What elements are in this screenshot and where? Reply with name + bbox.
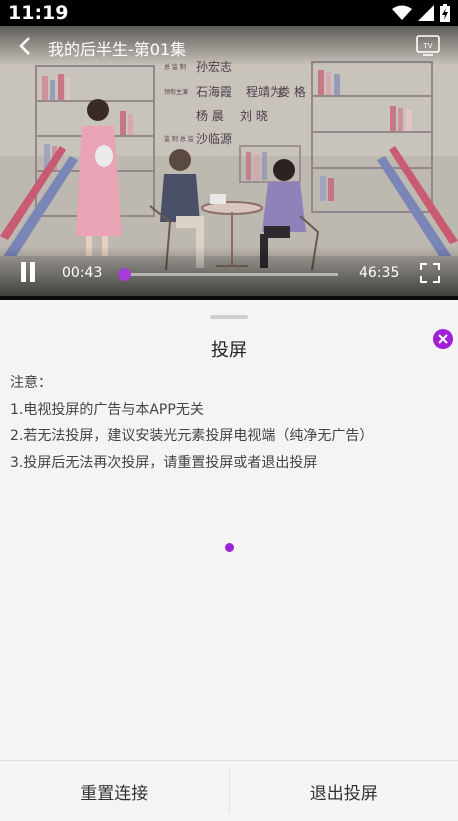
status-icons [392, 4, 450, 22]
note-item: 1.电视投屏的广告与本APP无关 [10, 397, 373, 424]
svg-text:刘 晓: 刘 晓 [240, 109, 268, 123]
sheet-title: 投屏 [0, 336, 458, 362]
svg-text:程靖为: 程靖为 [246, 84, 282, 99]
total-time: 46:35 [359, 265, 399, 281]
note-item: 3.投屏后无法再次投屏，请重置投屏或者退出投屏 [10, 450, 373, 477]
wifi-icon [392, 5, 412, 21]
svg-text:领衔主演: 领衔主演 [164, 88, 188, 96]
pause-icon[interactable] [18, 262, 38, 284]
close-button[interactable] [433, 329, 453, 349]
reset-connection-button[interactable]: 重置连接 [0, 761, 229, 821]
seek-thumb[interactable] [118, 268, 131, 281]
status-time: 11:19 [8, 0, 68, 26]
note-item: 2.若无法投屏，建议安装光元素投屏电视端（纯净无广告） [10, 423, 373, 450]
signal-icon [418, 5, 434, 21]
close-icon [438, 334, 448, 344]
back-arrow-icon[interactable] [16, 36, 34, 56]
cast-sheet: 投屏 注意： 1.电视投屏的广告与本APP无关 2.若无法投屏，建议安装光元素投… [0, 300, 458, 820]
notes-heading: 注意： [10, 370, 373, 397]
video-title: 我的后半生-第01集 [48, 36, 186, 60]
exit-cast-button[interactable]: 退出投屏 [230, 761, 458, 821]
sheet-drag-handle[interactable] [210, 315, 248, 319]
svg-text:沙临源: 沙临源 [196, 132, 232, 146]
loading-indicator [225, 543, 234, 552]
battery-charging-icon [440, 4, 450, 22]
svg-text:娄 格: 娄 格 [278, 84, 306, 99]
player-top-bar: 我的后半生-第01集 TV [0, 26, 458, 66]
svg-text:杨 晨: 杨 晨 [196, 108, 224, 123]
fullscreen-icon[interactable] [420, 263, 440, 283]
current-time: 00:43 [62, 265, 102, 281]
tv-cast-icon[interactable]: TV [416, 35, 440, 57]
svg-text:监 制 总 监: 监 制 总 监 [164, 135, 194, 143]
video-player[interactable]: 总 监 制 孙宏志 领衔主演 石海霞 程靖为 娄 格 杨 晨 刘 晓 监 制 总… [0, 26, 458, 296]
seek-bar[interactable] [118, 273, 338, 276]
svg-text:石海霞: 石海霞 [196, 84, 232, 99]
status-bar: 11:19 [0, 0, 458, 26]
player-controls: 00:43 46:35 [0, 246, 458, 296]
notes-list: 注意： 1.电视投屏的广告与本APP无关 2.若无法投屏，建议安装光元素投屏电视… [10, 370, 373, 476]
action-bar: 重置连接 退出投屏 [0, 760, 458, 821]
svg-text:TV: TV [422, 42, 432, 50]
